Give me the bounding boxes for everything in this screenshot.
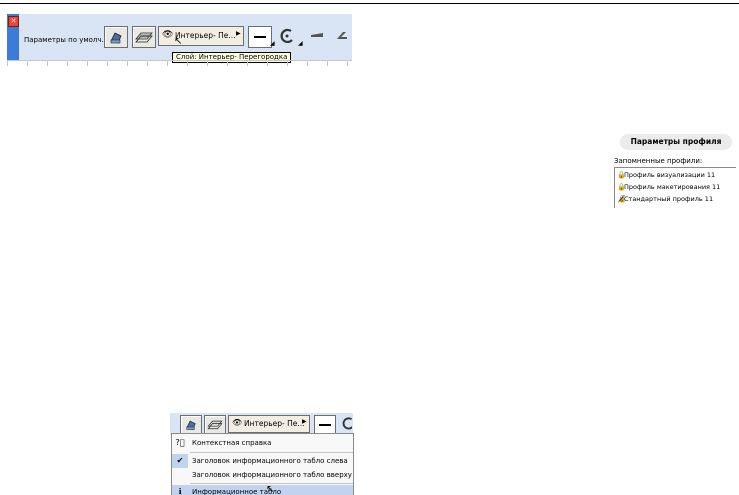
layer-settings-button-bottom[interactable] bbox=[204, 415, 226, 434]
wall-type-button[interactable] bbox=[307, 26, 327, 46]
profile-item[interactable]: 🔒 Профиль визуализации 11 bbox=[617, 171, 716, 179]
profile-panel-title: Параметры профиля bbox=[620, 134, 732, 150]
lock-icon: 🔒 bbox=[617, 171, 626, 179]
settings-dialog-icon bbox=[186, 420, 196, 431]
wall-direction-button-bottom[interactable] bbox=[338, 415, 352, 432]
close-icon[interactable]: ✕ bbox=[8, 16, 19, 27]
layer-name: Интерьер- Пе... bbox=[244, 419, 305, 428]
dropdown-corner-icon[interactable]: ◢ bbox=[270, 40, 275, 47]
menu-item-title-left[interactable]: ✔ Заголовок информационного табло слева bbox=[172, 454, 353, 468]
line-icon bbox=[254, 36, 266, 38]
rotate-icon bbox=[280, 28, 293, 43]
line-type-button[interactable] bbox=[248, 26, 272, 48]
default-settings-label: Параметры по умолч. bbox=[24, 36, 104, 44]
line-icon bbox=[319, 424, 331, 426]
layers-icon bbox=[207, 420, 223, 430]
menu-separator bbox=[190, 452, 353, 453]
layer-popup-button[interactable]: 👁 Интерьер- Пе... ▶ bbox=[158, 26, 244, 46]
profile-name: Профиль визуализации 11 bbox=[624, 171, 716, 179]
eye-icon: 👁 bbox=[162, 30, 174, 40]
geometry-method-button[interactable] bbox=[332, 26, 352, 46]
triangle-right-icon: ▶ bbox=[302, 418, 307, 425]
menu-item-label: Контекстная справка bbox=[192, 439, 272, 447]
profile-name: Стандартный профиль 11 bbox=[624, 195, 714, 203]
layer-name: Интерьер- Пе... bbox=[175, 31, 236, 40]
checkmark-icon: ✔ bbox=[172, 454, 188, 468]
triangle-right-icon: ▶ bbox=[236, 30, 241, 37]
help-icon: ?⃝ bbox=[175, 438, 185, 447]
settings-button[interactable] bbox=[104, 26, 128, 48]
layer-settings-button[interactable] bbox=[132, 26, 156, 48]
line-type-button-bottom[interactable] bbox=[314, 415, 336, 434]
settings-button-bottom[interactable] bbox=[180, 415, 202, 434]
lock-icon: 🔒 bbox=[617, 183, 626, 191]
profile-item[interactable]: 🔒 Профиль макетирования 11 bbox=[617, 183, 721, 191]
slanted-wall-icon bbox=[337, 32, 347, 39]
profile-item[interactable]: 🔏 Стандартный профиль 11 bbox=[617, 195, 714, 203]
menu-item-title-top[interactable]: Заголовок информационного табло вверху bbox=[172, 468, 353, 482]
layers-icon bbox=[135, 32, 153, 43]
top-rule bbox=[0, 3, 739, 4]
menu-item-label: Заголовок информационного табло слева bbox=[192, 457, 348, 465]
mouse-pointer-icon: ↖ bbox=[174, 36, 183, 47]
menu-item-label: Заголовок информационного табло вверху bbox=[192, 471, 352, 479]
layer-popup-button-bottom[interactable]: 👁 Интерьер- Пе... ▶ bbox=[228, 415, 310, 433]
wall-direction-button[interactable] bbox=[277, 26, 299, 46]
profile-name: Профиль макетирования 11 bbox=[624, 183, 721, 191]
dropdown-corner-icon-2[interactable]: ◢ bbox=[298, 40, 303, 47]
wall-shape-icon bbox=[311, 33, 323, 37]
saved-profiles-label: Запомненные профили: bbox=[614, 157, 703, 165]
rotate-icon bbox=[342, 417, 352, 430]
settings-dialog-icon bbox=[110, 32, 122, 44]
profile-list: 🔒 Профиль визуализации 11 🔒 Профиль маке… bbox=[614, 167, 736, 208]
lock-check-icon: 🔏 bbox=[617, 195, 626, 203]
ruler bbox=[7, 60, 352, 66]
menu-item-context-help[interactable]: ?⃝ Контекстная справка bbox=[172, 436, 353, 450]
mouse-pointer-icon: ↖ bbox=[266, 484, 275, 495]
eye-icon: 👁 bbox=[232, 418, 243, 427]
context-menu: ?⃝ Контекстная справка ✔ Заголовок инфор… bbox=[171, 433, 354, 495]
